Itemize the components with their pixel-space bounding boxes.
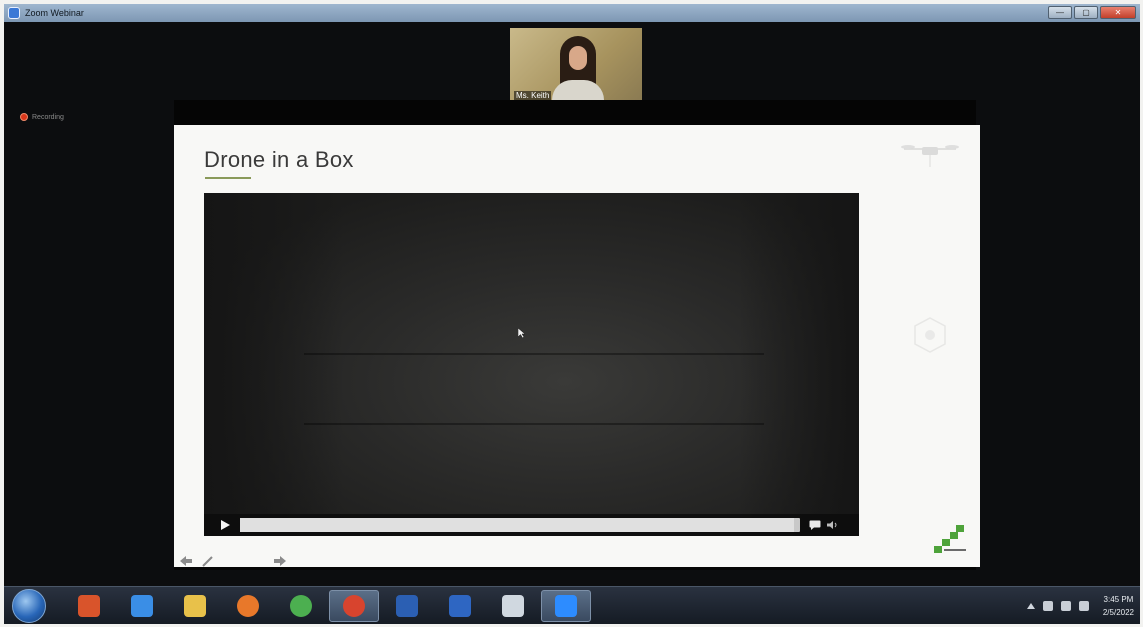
zoom-icon (555, 594, 577, 617)
clock-time: 3:45 PM (1103, 595, 1134, 604)
captions-icon[interactable] (809, 520, 821, 530)
next-slide-icon[interactable] (274, 556, 286, 566)
system-clock[interactable]: 3:45 PM 2/5/2022 (1103, 593, 1134, 619)
speaker-icon[interactable] (1042, 601, 1053, 611)
taskbar-app-word[interactable] (435, 590, 485, 622)
show-hidden-icons-icon[interactable] (1026, 603, 1035, 609)
hexagon-icon (914, 317, 946, 353)
play-icon (220, 520, 230, 530)
video-player[interactable] (204, 193, 859, 536)
record-icon (20, 113, 28, 121)
participant-video[interactable]: Ms. Keith (510, 28, 642, 102)
taskbar-app-chrome-active[interactable] (329, 589, 379, 622)
zoom-app-icon (8, 7, 20, 19)
media-player-icon (78, 594, 100, 617)
file-explorer-icon (184, 594, 206, 617)
taskbar-app-internet-explorer[interactable] (117, 590, 167, 622)
title-underline (205, 177, 251, 179)
internet-explorer-icon (131, 594, 153, 617)
word-icon (449, 594, 471, 617)
recording-label: Recording (32, 113, 64, 121)
taskbar-app-chrome[interactable] (276, 590, 326, 622)
taskbar-app-zoom[interactable] (541, 589, 591, 622)
company-logo (934, 525, 966, 553)
word-doc-icon (396, 594, 418, 617)
taskbar-app-media-player[interactable] (64, 590, 114, 622)
action-center-flag-icon[interactable] (1078, 601, 1089, 611)
presentation-slide: Drone in a Box (174, 125, 980, 567)
pen-icon[interactable] (202, 555, 214, 567)
slide-navigation (180, 555, 286, 567)
window-titlebar[interactable]: Zoom Webinar — ▢ ✕ (4, 4, 1140, 22)
clock-date: 2/5/2022 (1102, 608, 1134, 617)
minimize-button[interactable]: — (1048, 6, 1072, 19)
taskbar-app-paint[interactable] (488, 590, 538, 622)
window-title: Zoom Webinar (25, 8, 84, 18)
player-controls (204, 514, 859, 536)
participant-figure (552, 36, 604, 100)
taskbar-app-word-doc[interactable] (382, 590, 432, 622)
chrome-icon (290, 594, 312, 617)
window-controls: — ▢ ✕ (1048, 6, 1136, 19)
drone-icon (901, 145, 959, 167)
chrome-active-icon (343, 594, 365, 617)
taskbar-app-file-explorer[interactable] (170, 590, 220, 622)
video-progress-fill (240, 518, 795, 532)
start-button[interactable] (12, 588, 46, 623)
maximize-button[interactable]: ▢ (1074, 6, 1098, 19)
network-icon[interactable] (1060, 601, 1071, 611)
participant-name: Ms. Keith (514, 91, 552, 100)
paint-icon (502, 594, 524, 617)
slide-title: Drone in a Box (204, 147, 354, 172)
close-button[interactable]: ✕ (1100, 6, 1136, 19)
recording-indicator[interactable]: Recording (20, 113, 64, 121)
previous-slide-icon[interactable] (180, 556, 192, 566)
video-progress-bar[interactable] (240, 518, 800, 532)
firefox-icon (237, 594, 259, 617)
taskbar-apps (64, 589, 591, 622)
system-tray: 3:45 PM 2/5/2022 (1026, 587, 1134, 624)
taskbar-app-firefox[interactable] (223, 590, 273, 622)
mouse-cursor-icon (518, 328, 526, 338)
windows-taskbar: 3:45 PM 2/5/2022 (4, 586, 1140, 624)
desktop-screen: Zoom Webinar — ▢ ✕ Ms. Keith Recording D… (4, 4, 1140, 624)
play-button[interactable] (218, 518, 232, 532)
volume-icon[interactable] (827, 520, 839, 530)
